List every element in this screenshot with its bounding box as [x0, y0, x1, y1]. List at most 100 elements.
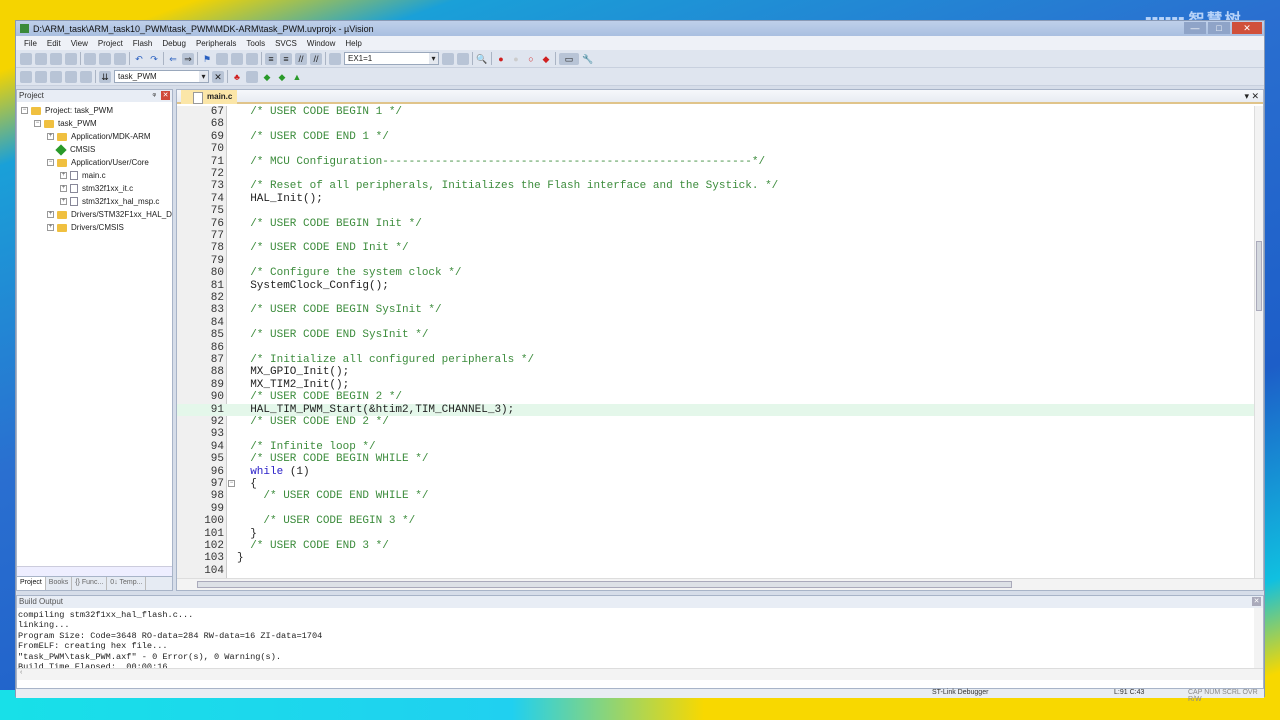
code-line[interactable]: 95 /* USER CODE BEGIN WHILE */ — [177, 453, 1255, 465]
menu-window[interactable]: Window — [302, 39, 340, 48]
code-line[interactable]: 99 — [177, 503, 1255, 515]
build-close-icon[interactable]: ✕ — [1252, 597, 1261, 606]
code-line[interactable]: 96 while (1) — [177, 466, 1255, 478]
code-line[interactable]: 81 SystemClock_Config(); — [177, 280, 1255, 292]
code-line[interactable]: 78 /* USER CODE END Init */ — [177, 242, 1255, 254]
target-select[interactable]: task_PWM — [114, 70, 209, 83]
menu-flash[interactable]: Flash — [128, 39, 158, 48]
select-packs-icon[interactable] — [246, 70, 258, 83]
menu-view[interactable]: View — [66, 39, 93, 48]
menu-project[interactable]: Project — [93, 39, 128, 48]
kill-breakpoints-icon[interactable]: ◆ — [540, 53, 552, 65]
stm32cube-icon[interactable]: ▲ — [291, 71, 303, 83]
incremental-find-icon[interactable] — [457, 52, 469, 65]
code-editor[interactable]: 67 /* USER CODE BEGIN 1 */68 69 /* USER C… — [177, 106, 1255, 578]
code-line[interactable]: 97− { — [177, 478, 1255, 490]
collapse-icon[interactable]: − — [47, 159, 54, 166]
code-line[interactable]: 102 /* USER CODE END 3 */ — [177, 540, 1255, 552]
cut-icon[interactable] — [84, 52, 96, 65]
menu-tools[interactable]: Tools — [241, 39, 270, 48]
menu-debug[interactable]: Debug — [157, 39, 191, 48]
save-all-icon[interactable] — [65, 52, 77, 65]
code-line[interactable]: 68 — [177, 118, 1255, 130]
tab-functions[interactable]: {} Func... — [72, 577, 108, 590]
bookmark-icon[interactable]: ⚑ — [201, 53, 213, 65]
hscroll-thumb[interactable] — [197, 581, 1012, 588]
tree-node[interactable]: CMSIS — [17, 143, 172, 156]
code-line[interactable]: 82 — [177, 292, 1255, 304]
build-icon[interactable] — [35, 70, 47, 83]
code-line[interactable]: 101 } — [177, 528, 1255, 540]
code-line[interactable]: 75 — [177, 205, 1255, 217]
code-line[interactable]: 89 MX_TIM2_Init(); — [177, 379, 1255, 391]
target-options-icon[interactable]: ✕ — [212, 70, 224, 83]
fold-collapse-icon[interactable]: − — [228, 480, 235, 487]
nav-back-icon[interactable]: ⇐ — [167, 53, 179, 65]
menu-edit[interactable]: Edit — [42, 39, 66, 48]
code-line[interactable]: 83 /* USER CODE BEGIN SysInit */ — [177, 304, 1255, 316]
close-button[interactable]: ✕ — [1232, 22, 1262, 34]
expand-icon[interactable]: + — [47, 133, 54, 140]
editor-tab-controls[interactable]: ▾ ✕ — [1244, 91, 1259, 102]
code-line[interactable]: 76 /* USER CODE BEGIN Init */ — [177, 218, 1255, 230]
code-line[interactable]: 87 /* Initialize all configured peripher… — [177, 354, 1255, 366]
code-line[interactable]: 85 /* USER CODE END SysInit */ — [177, 329, 1255, 341]
redo-icon[interactable]: ↷ — [148, 53, 160, 65]
tree-node[interactable]: + Drivers/CMSIS — [17, 221, 172, 234]
paste-icon[interactable] — [114, 52, 126, 65]
menu-svcs[interactable]: SVCS — [270, 39, 302, 48]
pack-installer-icon[interactable]: ◆ — [261, 71, 273, 83]
tree-node[interactable]: + stm32f1xx_it.c — [17, 182, 172, 195]
configure-icon[interactable]: 🔧 — [582, 53, 594, 65]
expand-icon[interactable]: + — [47, 224, 54, 231]
download-icon[interactable]: ⇊ — [99, 70, 111, 83]
code-line[interactable]: 103} — [177, 552, 1255, 564]
save-icon[interactable] — [50, 52, 62, 65]
comment-icon[interactable]: // — [295, 52, 307, 65]
rebuild-icon[interactable] — [50, 70, 62, 83]
code-line[interactable]: 104 — [177, 565, 1255, 577]
copy-icon[interactable] — [99, 52, 111, 65]
stop-build-icon[interactable] — [80, 70, 92, 83]
breakpoint-icon[interactable]: ● — [495, 53, 507, 65]
code-line[interactable]: 91 HAL_TIM_PWM_Start(&htim2,TIM_CHANNEL_… — [177, 403, 1255, 416]
code-line[interactable]: 80 /* Configure the system clock */ — [177, 267, 1255, 279]
tab-books[interactable]: Books — [46, 577, 73, 590]
collapse-icon[interactable]: − — [21, 107, 28, 114]
code-line[interactable]: 77 — [177, 230, 1255, 242]
menu-help[interactable]: Help — [340, 39, 366, 48]
prev-bookmark-icon[interactable] — [216, 52, 228, 65]
code-line[interactable]: 67 /* USER CODE BEGIN 1 */ — [177, 106, 1255, 118]
code-line[interactable]: 84 — [177, 317, 1255, 329]
code-line[interactable]: 72 — [177, 168, 1255, 180]
clear-bookmarks-icon[interactable] — [246, 52, 258, 65]
build-output-text[interactable]: compiling stm32f1xx_hal_flash.c... linkin… — [17, 608, 1263, 672]
new-file-icon[interactable] — [20, 52, 32, 65]
code-line[interactable]: 70 — [177, 143, 1255, 155]
tree-node[interactable]: − Application/User/Core — [17, 156, 172, 169]
pin-icon[interactable]: ᵠ — [152, 90, 156, 102]
uncomment-icon[interactable]: // — [310, 52, 322, 65]
find-combo[interactable]: EX1=1 — [344, 52, 439, 65]
tree-node[interactable]: − task_PWM — [17, 117, 172, 130]
code-line[interactable]: 73 /* Reset of all peripherals, Initiali… — [177, 180, 1255, 192]
tree-node[interactable]: + Drivers/STM32F1xx_HAL_Driver — [17, 208, 172, 221]
undo-icon[interactable]: ↶ — [133, 53, 145, 65]
batch-build-icon[interactable] — [65, 70, 77, 83]
code-line[interactable]: 98 /* USER CODE END WHILE */ — [177, 490, 1255, 502]
collapse-icon[interactable]: − — [34, 120, 41, 127]
editor-hscrollbar[interactable] — [177, 578, 1263, 590]
tree-node[interactable]: − Project: task_PWM — [17, 104, 172, 117]
expand-icon[interactable]: + — [60, 198, 67, 205]
tree-node[interactable]: + Application/MDK-ARM — [17, 130, 172, 143]
code-line[interactable]: 71 /* MCU Configuration-----------------… — [177, 156, 1255, 168]
find-in-files-icon[interactable] — [329, 52, 341, 65]
expand-icon[interactable]: + — [60, 172, 67, 179]
code-line[interactable]: 92 /* USER CODE END 2 */ — [177, 416, 1255, 428]
code-line[interactable]: 79 — [177, 255, 1255, 267]
debug-start-icon[interactable]: 🔍 — [476, 53, 488, 65]
tab-main-c[interactable]: main.c — [181, 90, 237, 104]
expand-icon[interactable]: + — [47, 211, 54, 218]
tab-project[interactable]: Project — [17, 577, 46, 590]
minimize-button[interactable]: — — [1184, 22, 1206, 34]
